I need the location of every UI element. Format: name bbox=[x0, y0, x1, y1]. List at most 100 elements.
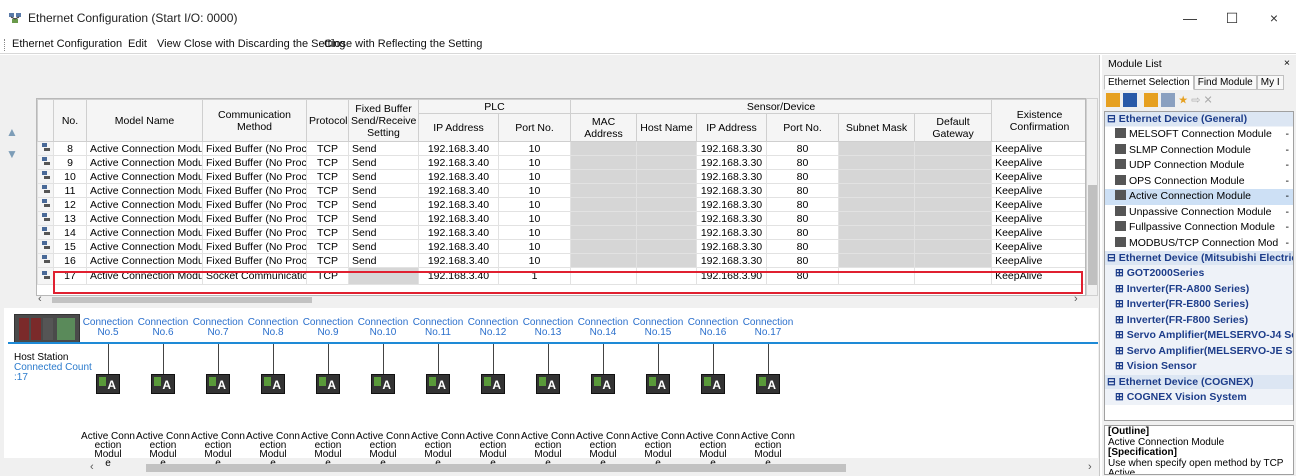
cell-dev-ip[interactable]: 192.168.3.30 bbox=[696, 183, 767, 198]
cell-mac[interactable] bbox=[570, 267, 637, 285]
cell-dev-ip[interactable]: 192.168.3.30 bbox=[696, 169, 767, 184]
cell-host[interactable] bbox=[636, 211, 697, 226]
cell-protocol[interactable]: TCP bbox=[306, 169, 349, 184]
cell-protocol[interactable]: TCP bbox=[306, 253, 349, 268]
cell-fixed[interactable]: Send bbox=[348, 211, 419, 226]
header-existence[interactable]: Existence Confirmation bbox=[991, 99, 1085, 142]
cell-method[interactable]: Fixed Buffer (No Proced bbox=[202, 253, 307, 268]
active-connection-module-icon[interactable]: A bbox=[316, 374, 340, 394]
cell-no[interactable]: 8 bbox=[53, 141, 87, 156]
module-item[interactable]: MELSOFT Connection Module - bbox=[1105, 127, 1293, 143]
module-item[interactable]: ⊞ Inverter(FR-A800 Series) bbox=[1105, 281, 1293, 297]
cell-fixed[interactable]: Send bbox=[348, 197, 419, 212]
cell-mac[interactable] bbox=[570, 211, 637, 226]
cell-dev-ip[interactable]: 192.168.3.30 bbox=[696, 253, 767, 268]
tab-my-favorites[interactable]: My I bbox=[1256, 75, 1284, 90]
cell-no[interactable]: 15 bbox=[53, 239, 87, 254]
move-up-icon[interactable]: ▲ bbox=[6, 125, 20, 139]
scroll-thumb[interactable] bbox=[52, 297, 312, 303]
table-row[interactable]: 12 Active Connection Module Fixed Buffer (… bbox=[37, 197, 1085, 212]
header-communication-method[interactable]: Communication Method bbox=[202, 99, 307, 142]
cell-dev-ip[interactable]: 192.168.3.30 bbox=[696, 211, 767, 226]
cell-model[interactable]: Active Connection Module bbox=[86, 169, 203, 184]
cell-protocol[interactable]: TCP bbox=[306, 183, 349, 198]
module-item[interactable]: ⊞ Servo Amplifier(MELSERVO-J4 Se bbox=[1105, 328, 1293, 344]
move-down-icon[interactable]: ▼ bbox=[6, 147, 20, 161]
cell-protocol[interactable]: TCP bbox=[306, 155, 349, 170]
cell-existence[interactable]: KeepAlive bbox=[991, 225, 1085, 240]
cell-plc-port[interactable]: 10 bbox=[498, 253, 571, 268]
cell-plc-ip[interactable]: 192.168.3.40 bbox=[418, 169, 499, 184]
cell-dev-port[interactable]: 80 bbox=[766, 155, 839, 170]
header-fixed-buffer[interactable]: Fixed Buffer Send/Receive Setting bbox=[348, 99, 419, 142]
header-plc-port[interactable]: Port No. bbox=[498, 113, 571, 142]
cell-model[interactable]: Active Connection Module bbox=[86, 197, 203, 212]
cell-existence[interactable]: KeepAlive bbox=[991, 169, 1085, 184]
cell-no[interactable]: 14 bbox=[53, 225, 87, 240]
sort-icon[interactable] bbox=[1123, 93, 1138, 107]
cell-plc-port[interactable]: 10 bbox=[498, 239, 571, 254]
cell-fixed[interactable]: Send bbox=[348, 239, 419, 254]
header-gateway[interactable]: Default Gateway bbox=[913, 113, 993, 142]
cell-model[interactable]: Active Connection Module bbox=[86, 225, 203, 240]
cell-subnet[interactable] bbox=[838, 183, 915, 198]
cell-existence[interactable]: KeepAlive bbox=[991, 197, 1085, 212]
header-plc-ip[interactable]: IP Address bbox=[418, 113, 499, 142]
cell-existence[interactable]: KeepAlive bbox=[991, 183, 1085, 198]
cell-model[interactable]: Active Connection Module bbox=[86, 183, 203, 198]
cell-no[interactable]: 12 bbox=[53, 197, 87, 212]
cell-fixed[interactable]: Send bbox=[348, 253, 419, 268]
header-mac[interactable]: MAC Address bbox=[570, 113, 637, 142]
header-subnet[interactable]: Subnet Mask bbox=[838, 113, 915, 142]
module-item[interactable]: ⊞ Inverter(FR-F800 Series) bbox=[1105, 312, 1293, 328]
cell-gateway[interactable] bbox=[913, 253, 993, 268]
cell-fixed[interactable] bbox=[348, 267, 419, 285]
active-connection-module-icon[interactable]: A bbox=[151, 374, 175, 394]
cell-fixed[interactable]: Send bbox=[348, 141, 419, 156]
cell-plc-port[interactable]: 10 bbox=[498, 211, 571, 226]
cell-plc-ip[interactable]: 192.168.3.40 bbox=[418, 183, 499, 198]
category-header[interactable]: ⊟ Ethernet Device (Mitsubishi Electric bbox=[1105, 251, 1293, 266]
cell-model[interactable]: Active Connection Module bbox=[86, 267, 203, 285]
cell-existence[interactable]: KeepAlive bbox=[991, 253, 1085, 268]
cell-dev-port[interactable]: 80 bbox=[766, 225, 839, 240]
category-header[interactable]: ⊟ Ethernet Device (COGNEX) bbox=[1105, 374, 1293, 390]
cell-host[interactable] bbox=[636, 141, 697, 156]
table-row[interactable]: 15 Active Connection Module Fixed Buffer (… bbox=[37, 239, 1085, 254]
cell-plc-port[interactable]: 10 bbox=[498, 141, 571, 156]
cell-plc-port[interactable]: 10 bbox=[498, 155, 571, 170]
cell-no[interactable]: 17 bbox=[53, 267, 87, 285]
scroll-thumb[interactable] bbox=[146, 464, 846, 472]
cell-dev-port[interactable]: 80 bbox=[766, 169, 839, 184]
cell-plc-port[interactable]: 10 bbox=[498, 197, 571, 212]
cell-gateway[interactable] bbox=[913, 197, 993, 212]
cell-host[interactable] bbox=[636, 267, 697, 285]
header-protocol[interactable]: Protocol bbox=[306, 99, 349, 142]
close-button[interactable]: × bbox=[1254, 6, 1294, 30]
diagram-horizontal-scrollbar[interactable] bbox=[88, 462, 1088, 474]
cell-mac[interactable] bbox=[570, 155, 637, 170]
cell-gateway[interactable] bbox=[913, 155, 993, 170]
table-row[interactable]: 9 Active Connection Module Fixed Buffer (N… bbox=[37, 155, 1085, 170]
cell-subnet[interactable] bbox=[838, 253, 915, 268]
cell-method[interactable]: Fixed Buffer (No Proced bbox=[202, 169, 307, 184]
header-device-ip[interactable]: IP Address bbox=[696, 113, 767, 142]
cell-existence[interactable]: KeepAlive bbox=[991, 267, 1085, 285]
active-connection-module-icon[interactable]: A bbox=[481, 374, 505, 394]
active-connection-module-icon[interactable]: A bbox=[206, 374, 230, 394]
cell-dev-ip[interactable]: 192.168.3.30 bbox=[696, 197, 767, 212]
collapse-icon[interactable]: ⊟ bbox=[1107, 113, 1119, 125]
cell-gateway[interactable] bbox=[913, 225, 993, 240]
cell-method[interactable]: Fixed Buffer (No Proced bbox=[202, 141, 307, 156]
cell-mac[interactable] bbox=[570, 169, 637, 184]
table-row[interactable]: 13 Active Connection Module Fixed Buffer (… bbox=[37, 211, 1085, 226]
cell-plc-ip[interactable]: 192.168.3.40 bbox=[418, 211, 499, 226]
cell-no[interactable]: 16 bbox=[53, 253, 87, 268]
active-connection-module-icon[interactable]: A bbox=[536, 374, 560, 394]
scroll-right-icon[interactable]: › bbox=[1074, 293, 1078, 305]
cell-dev-port[interactable]: 80 bbox=[766, 197, 839, 212]
cell-protocol[interactable]: TCP bbox=[306, 197, 349, 212]
table-row[interactable]: 16 Active Connection Module Fixed Buffer (… bbox=[37, 253, 1085, 268]
cell-protocol[interactable]: TCP bbox=[306, 141, 349, 156]
table-horizontal-scrollbar[interactable] bbox=[36, 296, 1086, 304]
